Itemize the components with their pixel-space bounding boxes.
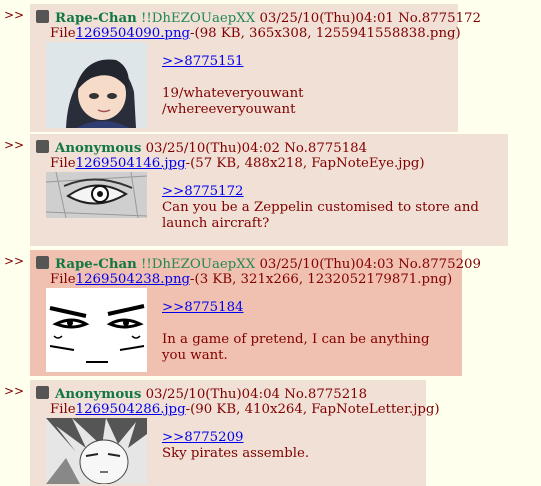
delete-checkbox[interactable] <box>36 256 49 269</box>
file-link[interactable]: 1269504286.jpg <box>76 402 186 417</box>
reply-arrow: >> <box>4 384 25 398</box>
thumbnail-image[interactable] <box>46 288 147 372</box>
poster-name: Anonymous <box>55 387 142 402</box>
comment-line: Sky pirates assemble. <box>162 446 310 461</box>
post-number[interactable]: No.8775209 <box>398 257 481 272</box>
file-link[interactable]: 1269504090.png <box>76 26 190 41</box>
comment-line: you want. <box>162 348 228 363</box>
delete-checkbox[interactable] <box>36 140 49 153</box>
comment-line: 19/whateveryouwant <box>162 86 304 101</box>
reply-container: Rape-Chan !!DhEZOUaepXX 03/25/10(Thu)04:… <box>30 4 481 132</box>
file-label: File <box>50 26 76 41</box>
post-date: 03/25/10(Thu)04:01 <box>259 11 394 26</box>
file-info: -(3 KB, 321x266, 1232052179871.png) <box>190 272 453 287</box>
reply-arrow: >> <box>4 8 25 22</box>
post: >> Anonymous 03/25/10(Thu)04:04 No.87752… <box>0 378 541 486</box>
file-label: File <box>50 272 76 287</box>
quote-link[interactable]: >>8775209 <box>162 430 244 445</box>
post-number[interactable]: No.8775184 <box>284 141 367 156</box>
poster-name: Rape-Chan <box>55 11 137 26</box>
reply-container: Anonymous 03/25/10(Thu)04:02 No.8775184 … <box>30 134 508 246</box>
reply-arrow: >> <box>4 138 25 152</box>
post-date: 03/25/10(Thu)04:04 <box>145 387 280 402</box>
reply-container-highlighted: Rape-Chan !!DhEZOUaepXX 03/25/10(Thu)04:… <box>30 250 481 376</box>
delete-checkbox[interactable] <box>36 10 49 23</box>
post: >> Rape-Chan !!DhEZOUaepXX 03/25/10(Thu)… <box>0 248 541 378</box>
poster-name: Anonymous <box>55 141 142 156</box>
file-info: -(90 KB, 410x264, FapNoteLetter.jpg) <box>185 402 440 417</box>
file-link[interactable]: 1269504146.jpg <box>76 156 186 171</box>
quote-link[interactable]: >>8775151 <box>162 54 244 69</box>
post: >> Anonymous 03/25/10(Thu)04:02 No.87751… <box>0 134 541 248</box>
comment-line: /whereeveryouwant <box>162 102 296 117</box>
thumbnail-image[interactable] <box>46 418 147 484</box>
post-date: 03/25/10(Thu)04:02 <box>145 141 280 156</box>
comment-line: In a game of pretend, I can be anything <box>162 332 430 347</box>
comment-line: Can you be a Zeppelin customised to stor… <box>162 200 479 215</box>
quote-link[interactable]: >>8775172 <box>162 184 244 199</box>
poster-name: Rape-Chan <box>55 257 137 272</box>
file-info: -(57 KB, 488x218, FapNoteEye.jpg) <box>185 156 425 171</box>
reply-arrow: >> <box>4 254 25 268</box>
file-info: -(98 KB, 365x308, 1255941558838.png) <box>190 26 461 41</box>
thumbnail-image[interactable] <box>46 42 147 128</box>
post-number[interactable]: No.8775218 <box>284 387 367 402</box>
delete-checkbox[interactable] <box>36 386 49 399</box>
post-number[interactable]: No.8775172 <box>398 11 481 26</box>
quote-link[interactable]: >>8775184 <box>162 300 244 315</box>
tripcode: !!DhEZOUaepXX <box>141 11 256 26</box>
file-link[interactable]: 1269504238.png <box>76 272 190 287</box>
file-label: File <box>50 156 76 171</box>
file-label: File <box>50 402 76 417</box>
post: >> Rape-Chan !!DhEZOUaepXX 03/25/10(Thu)… <box>0 0 541 134</box>
post-date: 03/25/10(Thu)04:03 <box>259 257 394 272</box>
thumbnail-image[interactable] <box>46 172 147 218</box>
comment-line: launch aircraft? <box>162 216 270 231</box>
reply-container: Anonymous 03/25/10(Thu)04:04 No.8775218 … <box>30 380 440 486</box>
tripcode: !!DhEZOUaepXX <box>141 257 256 272</box>
